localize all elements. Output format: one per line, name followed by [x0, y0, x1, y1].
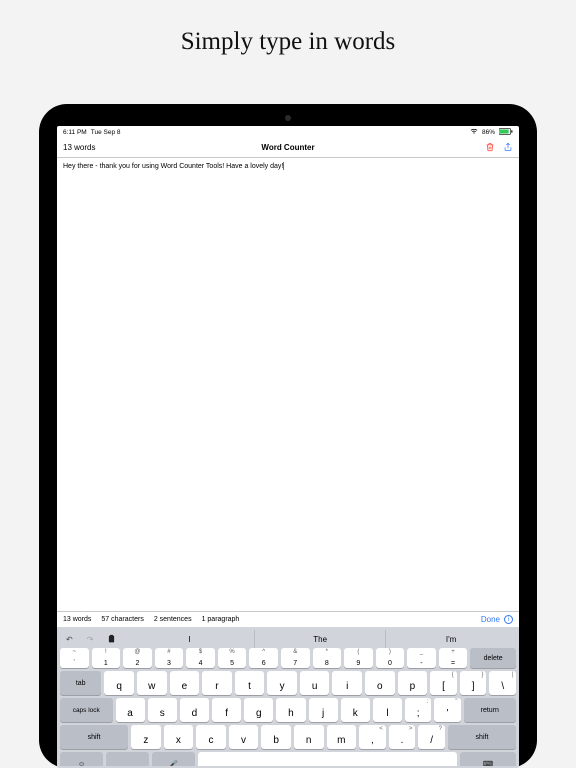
key-g[interactable]: g — [244, 698, 273, 722]
key-w[interactable]: w — [137, 671, 167, 695]
trash-icon[interactable] — [485, 142, 495, 154]
key-b[interactable]: b — [261, 725, 291, 749]
key-s[interactable]: s — [148, 698, 177, 722]
editor-text: Hey there - thank you for using Word Cou… — [63, 163, 283, 170]
key-,[interactable]: <, — [359, 725, 386, 749]
key-7[interactable]: &7 — [281, 648, 310, 668]
key-;[interactable]: :; — [405, 698, 431, 722]
share-icon[interactable] — [503, 142, 513, 154]
key-5[interactable]: %5 — [218, 648, 247, 668]
caps-lock-key[interactable]: caps lock — [60, 698, 113, 722]
key-][interactable]: }] — [460, 671, 487, 695]
wifi-icon — [470, 128, 478, 136]
shift-key-left[interactable]: shift — [60, 725, 128, 749]
key-e[interactable]: e — [170, 671, 200, 695]
undo-icon[interactable]: ↶ — [60, 635, 79, 644]
app-title: Word Counter — [57, 143, 519, 152]
device-frame: 6:11 PM Tue Sep 8 86% 13 words Word Coun… — [39, 104, 537, 768]
stats-words: 13 words — [63, 616, 91, 623]
redo-icon[interactable]: ↷ — [81, 635, 100, 644]
suggestion-1[interactable]: I — [124, 630, 254, 648]
key-d[interactable]: d — [180, 698, 209, 722]
key-=[interactable]: += — [439, 648, 468, 668]
key-'[interactable]: "' — [434, 698, 460, 722]
key-n[interactable]: n — [294, 725, 324, 749]
key-l[interactable]: l — [373, 698, 402, 722]
battery-percent: 86% — [482, 129, 495, 136]
stats-bar: 13 words 57 characters 2 sentences 1 par… — [57, 611, 519, 627]
shift-key-right[interactable]: shift — [448, 725, 516, 749]
return-key[interactable]: return — [464, 698, 517, 722]
key-0[interactable]: )0 — [376, 648, 405, 668]
key-c[interactable]: c — [196, 725, 226, 749]
key-m[interactable]: m — [327, 725, 357, 749]
key-h[interactable]: h — [276, 698, 305, 722]
hide-keyboard-key[interactable]: ⌨ — [460, 752, 516, 766]
status-date: Tue Sep 8 — [91, 129, 121, 136]
key-9[interactable]: (9 — [344, 648, 373, 668]
key-a[interactable]: a — [116, 698, 145, 722]
battery-icon — [499, 128, 513, 137]
key-z[interactable]: z — [131, 725, 161, 749]
key--[interactable]: _- — [407, 648, 436, 668]
keyboard: ↶ ↷ I The I'm ~`!1@2#3$4%5^6&7*8(9)0_-+=… — [57, 627, 519, 768]
clipboard-icon[interactable] — [101, 634, 122, 644]
key-/[interactable]: ?/ — [418, 725, 445, 749]
keyboard-toolbar: ↶ ↷ I The I'm — [60, 630, 516, 648]
key-[[interactable]: {[ — [430, 671, 457, 695]
key-x[interactable]: x — [164, 725, 194, 749]
suggestion-bar: I The I'm — [124, 630, 516, 648]
key-j[interactable]: j — [309, 698, 338, 722]
text-editor[interactable]: Hey there - thank you for using Word Cou… — [57, 158, 519, 611]
info-icon[interactable]: i — [504, 615, 513, 624]
tab-key[interactable]: tab — [60, 671, 101, 695]
key-o[interactable]: o — [365, 671, 395, 695]
key-y[interactable]: y — [267, 671, 297, 695]
key-v[interactable]: v — [229, 725, 259, 749]
nav-bar: 13 words Word Counter — [57, 138, 519, 158]
promo-title: Simply type in words — [0, 0, 576, 80]
text-cursor — [283, 162, 284, 170]
key-1[interactable]: !1 — [92, 648, 121, 668]
key-`[interactable]: ~` — [60, 648, 89, 668]
key-q[interactable]: q — [104, 671, 134, 695]
key-k[interactable]: k — [341, 698, 370, 722]
key-3[interactable]: #3 — [155, 648, 184, 668]
done-button[interactable]: Done — [481, 615, 500, 624]
globe-key[interactable] — [106, 752, 149, 766]
suggestion-3[interactable]: I'm — [385, 630, 516, 648]
key-r[interactable]: r — [202, 671, 232, 695]
key-8[interactable]: *8 — [313, 648, 342, 668]
key-u[interactable]: u — [300, 671, 330, 695]
stats-paragraphs: 1 paragraph — [202, 616, 240, 623]
key-.[interactable]: >. — [389, 725, 416, 749]
space-key[interactable] — [198, 752, 457, 766]
key-2[interactable]: @2 — [123, 648, 152, 668]
status-time: 6:11 PM — [63, 129, 87, 136]
key-t[interactable]: t — [235, 671, 265, 695]
key-p[interactable]: p — [398, 671, 428, 695]
key-4[interactable]: $4 — [186, 648, 215, 668]
key-f[interactable]: f — [212, 698, 241, 722]
delete-key[interactable]: delete — [470, 648, 516, 668]
screen: 6:11 PM Tue Sep 8 86% 13 words Word Coun… — [57, 126, 519, 768]
mic-key[interactable]: 🎤 — [152, 752, 195, 766]
key-\[interactable]: |\ — [489, 671, 516, 695]
suggestion-2[interactable]: The — [254, 630, 385, 648]
stats-sentences: 2 sentences — [154, 616, 192, 623]
key-i[interactable]: i — [332, 671, 362, 695]
emoji-key[interactable]: ☺ — [60, 752, 103, 766]
status-bar: 6:11 PM Tue Sep 8 86% — [57, 126, 519, 138]
key-6[interactable]: ^6 — [249, 648, 278, 668]
camera-dot — [285, 115, 291, 121]
stats-chars: 57 characters — [101, 616, 143, 623]
